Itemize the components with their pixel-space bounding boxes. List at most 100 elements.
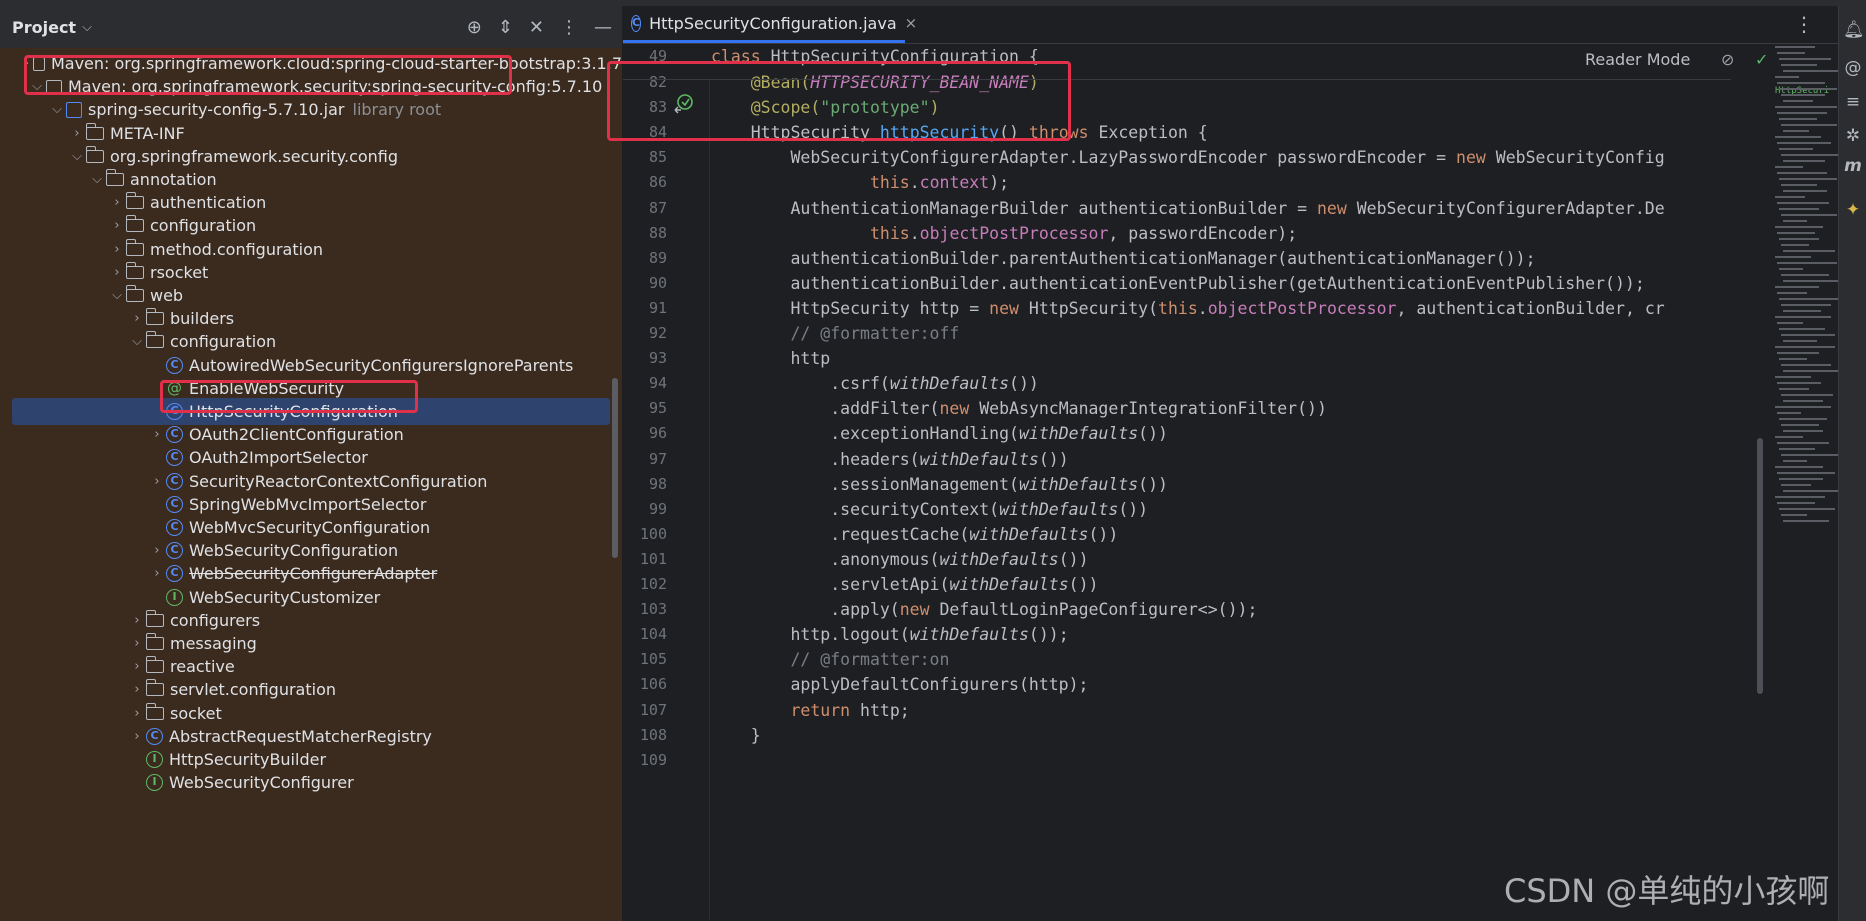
chevron-right-icon[interactable]: › <box>68 126 86 141</box>
chevron-right-icon[interactable]: › <box>128 729 146 744</box>
line-number: 49 <box>648 47 667 65</box>
code-line[interactable]: .anonymous(withDefaults()) <box>711 547 1088 572</box>
minimap[interactable]: HttpSecuri <box>1771 38 1845 915</box>
chevron-right-icon[interactable]: › <box>128 706 146 721</box>
chevron-right-icon[interactable]: › <box>108 195 126 210</box>
chevron-down-icon[interactable]: ⌵ <box>128 334 146 349</box>
minimap-line <box>1781 364 1831 366</box>
minimap-line <box>1775 286 1819 288</box>
m-icon[interactable]: m <box>1843 156 1863 176</box>
chevron-right-icon[interactable]: › <box>128 659 146 674</box>
more-icon[interactable]: ⋮ <box>1794 12 1814 36</box>
collapse-icon[interactable]: ✕ <box>529 17 544 38</box>
line-number: 109 <box>639 750 667 769</box>
code-line[interactable]: .exceptionHandling(withDefaults()) <box>711 421 1168 446</box>
code-area[interactable]: class HttpSecurityConfiguration { @Bean(… <box>711 44 1806 921</box>
plugin-icon[interactable]: ✦ <box>1843 200 1863 220</box>
minimap-line <box>1777 82 1825 84</box>
tree-item-label: WebSecurityConfigurer <box>169 773 354 793</box>
chevron-right-icon[interactable]: › <box>148 474 166 489</box>
line-number: 91 <box>648 298 667 317</box>
code-line[interactable]: @Bean(HTTPSECURITY_BEAN_NAME) <box>711 70 1039 95</box>
target-icon[interactable]: ⊕ <box>467 17 482 38</box>
code-line[interactable]: // @formatter:on <box>711 647 949 672</box>
code-line[interactable]: .servletApi(withDefaults()) <box>711 572 1098 597</box>
chevron-right-icon[interactable]: › <box>128 613 146 628</box>
code-line[interactable]: http <box>711 346 830 371</box>
chevron-right-icon[interactable]: › <box>108 242 126 257</box>
code-token: this <box>869 173 910 193</box>
maven-icon[interactable]: ✲ <box>1843 126 1863 146</box>
project-scrollbar[interactable] <box>612 378 618 558</box>
chevron-down-icon[interactable]: ⌵ <box>48 102 66 117</box>
code-line[interactable]: .csrf(withDefaults()) <box>711 371 1039 396</box>
chevron-down-icon[interactable]: ⌵ <box>88 172 106 187</box>
folder-icon <box>145 308 164 326</box>
more-icon[interactable]: ⋮ <box>560 17 578 38</box>
tree-item-label: OAuth2ImportSelector <box>189 448 368 468</box>
chevron-down-icon[interactable]: ⌵ <box>28 79 46 94</box>
code-line[interactable]: .addFilter(new WebAsyncManagerIntegratio… <box>711 396 1327 421</box>
ai-assistant-icon[interactable]: @ <box>1843 58 1863 78</box>
chevron-right-icon[interactable]: › <box>148 427 166 442</box>
code-line[interactable]: .requestCache(withDefaults()) <box>711 522 1118 547</box>
minimap-line <box>1775 46 1815 48</box>
expand-icon[interactable]: ⇕ <box>498 17 513 38</box>
chevron-right-icon[interactable]: › <box>128 311 146 326</box>
code-line[interactable]: applyDefaultConfigurers(http); <box>711 672 1088 697</box>
code-line[interactable]: .apply(new DefaultLoginPageConfigurer<>(… <box>711 597 1257 622</box>
minimap-line <box>1783 520 1829 522</box>
code-line[interactable]: return http; <box>711 698 909 723</box>
chevron-right-icon[interactable]: › <box>108 265 126 280</box>
reader-mode-button[interactable]: Reader Mode <box>1585 50 1690 69</box>
class-icon: C <box>166 472 183 490</box>
close-icon[interactable]: × <box>905 14 918 32</box>
check-icon[interactable]: ✓ <box>1755 50 1768 69</box>
code-line[interactable]: authenticationBuilder.authenticationEven… <box>711 271 1644 296</box>
code-line[interactable]: .sessionManagement(withDefaults()) <box>711 472 1168 497</box>
chevron-right-icon[interactable]: › <box>20 56 33 71</box>
code-line[interactable]: @Scope("prototype") <box>711 95 940 120</box>
code-line[interactable]: // @formatter:off <box>711 321 959 346</box>
code-line[interactable]: http.logout(withDefaults()); <box>711 622 1068 647</box>
chevron-down-icon[interactable]: ⌵ <box>68 149 86 164</box>
chevron-right-icon[interactable]: › <box>148 543 166 558</box>
code-token: , authenticationBuilder, cr <box>1396 298 1665 318</box>
minimap-line <box>1783 460 1807 462</box>
code-line[interactable]: } <box>711 723 761 748</box>
database-icon[interactable]: ≡ <box>1843 92 1863 112</box>
chevron-down-icon[interactable]: ⌵ <box>108 288 126 303</box>
code-line[interactable]: .headers(withDefaults()) <box>711 447 1068 472</box>
code-line[interactable]: authenticationBuilder.parentAuthenticati… <box>711 246 1535 271</box>
code-line[interactable]: WebSecurityConfigurerAdapter.LazyPasswor… <box>711 145 1664 170</box>
chevron-down-icon[interactable]: ⌵ <box>82 20 92 35</box>
hide-icon[interactable]: — <box>594 17 612 38</box>
notifications-icon[interactable]: 🔔︎ <box>1843 20 1865 40</box>
code-token: HttpSecurity http = <box>711 298 990 318</box>
code-line[interactable]: this.objectPostProcessor, passwordEncode… <box>711 221 1297 246</box>
sticky-code-line[interactable]: class HttpSecurityConfiguration { <box>711 44 1039 69</box>
gutter-divider <box>709 80 710 920</box>
tab-httpsecurityconfiguration[interactable]: C HttpSecurityConfiguration.java × <box>623 6 917 43</box>
code-line[interactable]: this.context); <box>711 170 1009 195</box>
code-token: this <box>1158 298 1198 318</box>
chevron-right-icon[interactable]: › <box>128 682 146 697</box>
minimap-line <box>1777 412 1801 414</box>
chevron-right-icon[interactable]: › <box>148 566 166 581</box>
tree-item[interactable]: I WebSecurityConfigurer <box>0 769 622 796</box>
bean-gutter-icon[interactable] <box>673 93 695 115</box>
project-title[interactable]: Project <box>12 18 76 37</box>
eye-off-icon[interactable]: ⊘ <box>1721 50 1734 69</box>
code-line[interactable]: HttpSecurity httpSecurity() throws Excep… <box>711 120 1208 145</box>
code-line[interactable]: HttpSecurity http = new HttpSecurity(thi… <box>711 296 1665 321</box>
minimap-line <box>1781 64 1817 66</box>
code-token: "prototype" <box>820 98 930 118</box>
code-line[interactable]: AuthenticationManagerBuilder authenticat… <box>711 196 1664 221</box>
chevron-right-icon[interactable]: › <box>128 636 146 651</box>
line-number: 85 <box>648 148 667 167</box>
code-line[interactable]: .securityContext(withDefaults()) <box>711 497 1148 522</box>
minimap-line <box>1781 184 1817 186</box>
editor-scrollbar[interactable] <box>1757 438 1763 694</box>
minimap-line <box>1775 346 1835 348</box>
chevron-right-icon[interactable]: › <box>108 218 126 233</box>
